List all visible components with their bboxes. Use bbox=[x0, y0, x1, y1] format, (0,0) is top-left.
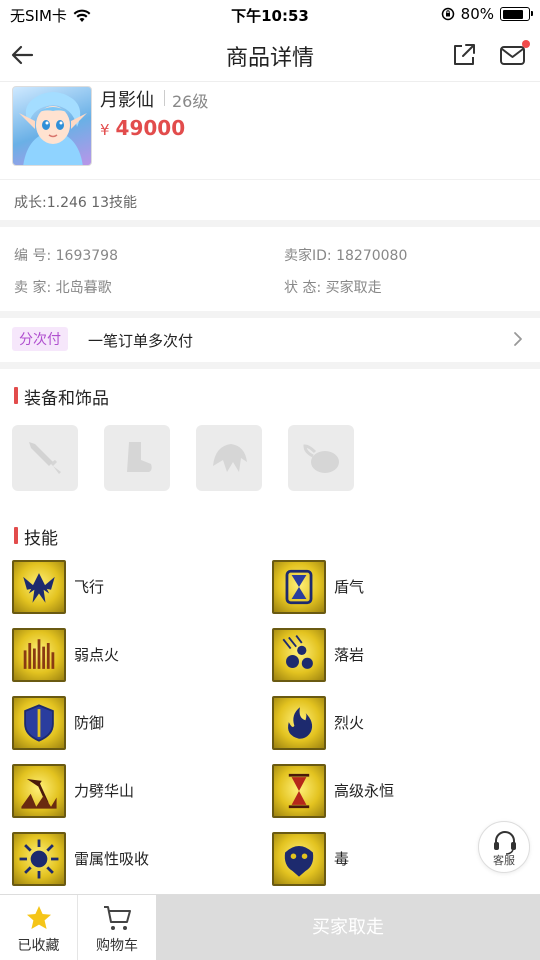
pet-level: 26级 bbox=[172, 92, 209, 111]
skill-item[interactable]: 高级永恒 bbox=[272, 764, 512, 820]
seller-label: 卖 家: bbox=[14, 280, 52, 296]
skill-item[interactable]: 落岩 bbox=[272, 628, 512, 684]
falling-rocks-icon bbox=[272, 628, 326, 682]
skill-label: 盾气 bbox=[334, 578, 365, 596]
equipment-slots bbox=[12, 425, 354, 491]
skills-section-title: 技能 bbox=[14, 524, 58, 549]
skill-item[interactable]: 毒 bbox=[272, 832, 512, 888]
customer-service-label: 客服 bbox=[493, 854, 515, 867]
skill-item[interactable]: 盾气 bbox=[272, 560, 512, 616]
favorite-button[interactable]: 已收藏 bbox=[0, 895, 78, 960]
star-icon bbox=[27, 906, 51, 929]
currency-symbol: ¥ bbox=[100, 121, 110, 139]
item-status: 状 态: 买家取走 bbox=[284, 277, 382, 297]
share-icon[interactable] bbox=[450, 41, 478, 69]
skill-label: 防御 bbox=[74, 714, 105, 732]
item-info: 编 号: 1693798 卖家ID: 18270080 卖 家: 北岛暮歌 状 … bbox=[0, 227, 540, 311]
skill-label: 落岩 bbox=[334, 646, 365, 664]
boot-icon bbox=[127, 442, 152, 472]
status-value: 买家取走 bbox=[325, 280, 382, 296]
growth-summary: 成长:1.246 13技能 bbox=[14, 195, 138, 211]
name-divider bbox=[164, 90, 165, 106]
weapon-icon bbox=[29, 442, 61, 474]
skill-item[interactable]: 弱点火 bbox=[12, 628, 252, 684]
shield-icon bbox=[12, 696, 66, 750]
pet-name: 月影仙 bbox=[100, 90, 154, 111]
fire-weakness-icon bbox=[12, 628, 66, 682]
skill-label: 烈火 bbox=[334, 714, 365, 732]
section-divider bbox=[0, 362, 540, 369]
chevron-right-icon bbox=[514, 332, 522, 346]
cart-label: 购物车 bbox=[96, 938, 138, 954]
battery-percent: 80% bbox=[460, 5, 494, 23]
equipment-slot-helmet[interactable] bbox=[196, 425, 262, 491]
cart-button[interactable]: 购物车 bbox=[78, 895, 156, 960]
axe-strike-icon bbox=[12, 764, 66, 818]
seller-id: 卖家ID: 18270080 bbox=[284, 245, 407, 265]
price: ¥49000 bbox=[100, 116, 185, 140]
pet-avatar[interactable] bbox=[12, 86, 92, 166]
skill-item[interactable]: 雷属性吸收 bbox=[12, 832, 252, 888]
rotation-lock-icon bbox=[441, 7, 454, 21]
favorite-label: 已收藏 bbox=[17, 938, 60, 954]
skill-label: 弱点火 bbox=[74, 646, 120, 664]
seller-value: 北岛暮歌 bbox=[55, 280, 112, 296]
product-header: 月影仙 26级 ¥49000 bbox=[0, 82, 540, 180]
seller-id-label: 卖家ID: bbox=[284, 248, 332, 264]
bottom-action-bar: 已收藏 购物车 买家取走 bbox=[0, 894, 540, 960]
thunder-sun-icon bbox=[12, 832, 66, 886]
skill-item[interactable]: 力劈华山 bbox=[12, 764, 252, 820]
skill-label: 毒 bbox=[334, 850, 350, 868]
pouch-icon bbox=[303, 444, 339, 473]
equipment-slot-boots[interactable] bbox=[104, 425, 170, 491]
hourglass-shield-icon bbox=[272, 560, 326, 614]
price-value: 49000 bbox=[115, 116, 186, 140]
equipment-slot-weapon[interactable] bbox=[12, 425, 78, 491]
nav-bar: 商品详情 bbox=[0, 28, 540, 82]
customer-service-button[interactable]: 客服 bbox=[478, 821, 530, 873]
helmet-icon bbox=[213, 444, 247, 472]
notification-dot bbox=[522, 40, 530, 48]
seller-id-value: 18270080 bbox=[336, 248, 408, 264]
skill-item[interactable]: 防御 bbox=[12, 696, 252, 752]
item-id-value: 1693798 bbox=[55, 248, 118, 264]
skill-label: 雷属性吸收 bbox=[74, 850, 150, 868]
installment-tag: 分次付 bbox=[12, 327, 68, 351]
item-id-label: 编 号: bbox=[14, 248, 52, 264]
buy-button[interactable]: 买家取走 bbox=[156, 895, 540, 960]
skill-item[interactable]: 飞行 bbox=[12, 560, 252, 616]
seller: 卖 家: 北岛暮歌 bbox=[14, 277, 112, 297]
flame-icon bbox=[272, 696, 326, 750]
section-divider bbox=[0, 311, 540, 318]
item-id: 编 号: 1693798 bbox=[14, 245, 118, 265]
status-bar: 无SIM卡 下午10:53 80% bbox=[0, 0, 540, 28]
eagle-icon bbox=[12, 560, 66, 614]
hourglass-icon bbox=[272, 764, 326, 818]
skill-label: 力劈华山 bbox=[74, 782, 135, 800]
poison-snake-icon bbox=[272, 832, 326, 886]
equipment-section-title: 装备和饰品 bbox=[14, 384, 109, 409]
equipment-slot-accessory[interactable] bbox=[288, 425, 354, 491]
status-right: 80% bbox=[441, 5, 533, 23]
fairy-portrait-icon bbox=[19, 92, 87, 165]
section-divider bbox=[0, 220, 540, 227]
skill-label: 飞行 bbox=[74, 578, 105, 596]
installment-row[interactable]: 分次付 一笔订单多次付 bbox=[0, 318, 540, 362]
status-label: 状 态: bbox=[284, 280, 322, 296]
skill-label: 高级永恒 bbox=[334, 782, 395, 800]
skill-item[interactable]: 烈火 bbox=[272, 696, 512, 752]
battery-icon bbox=[500, 7, 533, 21]
installment-text: 一笔订单多次付 bbox=[88, 332, 194, 350]
cart-icon bbox=[104, 906, 131, 930]
